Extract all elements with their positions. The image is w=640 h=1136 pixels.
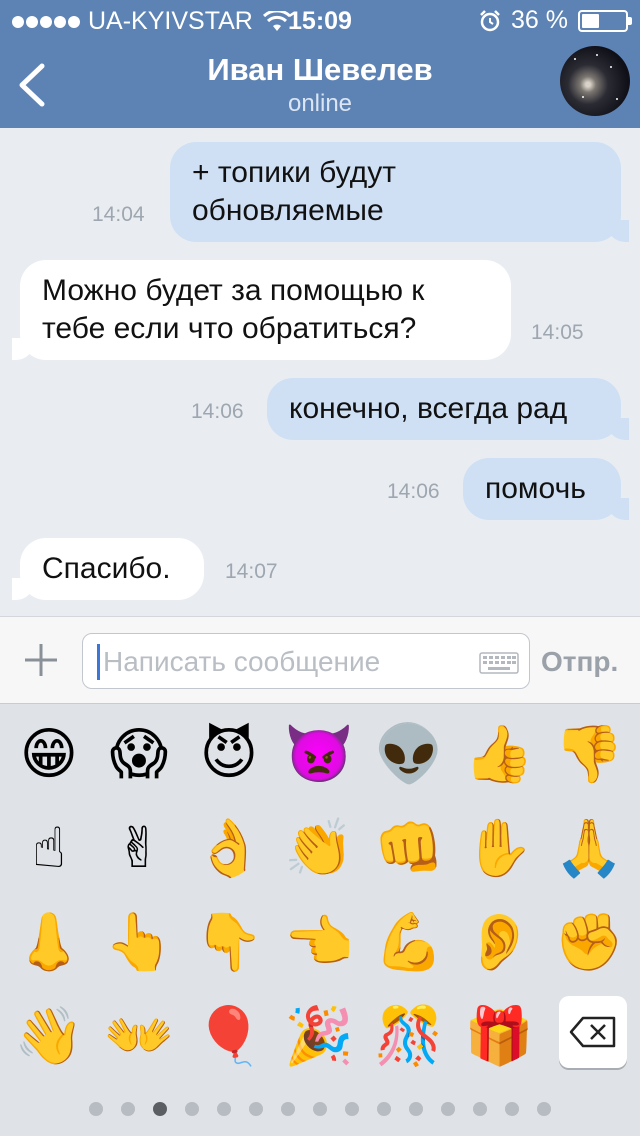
keyboard-icon[interactable] [479,652,519,674]
message-text-line: Спасибо. [42,552,171,585]
page-dot[interactable] [89,1102,103,1116]
message-text-line: обновляемые [192,194,384,227]
message-time: 14:06 [387,480,440,503]
message-list[interactable]: + топики будут обновляемые 14:04 Можно б… [0,128,640,616]
page-dot[interactable] [185,1102,199,1116]
page-indicator [0,1102,640,1118]
message-time: 14:06 [191,400,244,423]
emoji-confetti-ball[interactable]: 🎊 [374,1002,444,1072]
message-composer: Написать сообщение Отпр. [0,616,640,704]
page-dot[interactable] [537,1102,551,1116]
page-dot[interactable] [441,1102,455,1116]
battery-area: 36 % [479,6,632,35]
page-dot[interactable] [505,1102,519,1116]
text-caret [97,644,100,680]
battery-fill [582,13,599,28]
backspace-icon [569,1016,616,1048]
message-text-line: помочь [485,472,586,505]
emoji-victory-hand[interactable]: ✌ [104,814,174,884]
delete-key[interactable] [559,996,627,1068]
emoji-ear[interactable]: 👂 [464,908,534,978]
message-text-line: конечно, всегда рад [289,392,568,425]
message-input-placeholder: Написать сообщение [103,646,381,677]
message-bubble-incoming[interactable]: Спасибо. [12,538,204,600]
page-dot[interactable] [153,1102,167,1116]
emoji-ok-hand[interactable]: 👌 [194,814,264,884]
message-time: 14:05 [531,321,584,344]
page-dot[interactable] [217,1102,231,1116]
emoji-backhand-pointing-down[interactable]: 👇 [194,908,264,978]
emoji-raised-fist[interactable]: ✊ [554,908,624,978]
page-dot[interactable] [313,1102,327,1116]
send-button[interactable]: Отпр. [541,646,618,678]
emoji-alien[interactable]: 👽 [374,720,444,790]
page-dot[interactable] [121,1102,135,1116]
message-bubble-outgoing[interactable]: + топики будут обновляемые [170,142,629,242]
emoji-smiling-devil[interactable]: 😈 [194,720,264,790]
emoji-balloon[interactable]: 🎈 [194,1002,264,1072]
emoji-grinning-face[interactable]: 😁 [14,720,84,790]
message-bubble-incoming[interactable]: Можно будет за помощью к тебе если что о… [12,260,511,360]
page-dot[interactable] [281,1102,295,1116]
emoji-backhand-pointing-left[interactable]: 👈 [284,908,354,978]
message-bubble-outgoing[interactable]: конечно, всегда рад [267,378,629,440]
message-input[interactable]: Написать сообщение [82,633,530,689]
plus-icon[interactable] [22,641,60,679]
status-bar: UA-KYIVSTAR 15:09 36 % [0,0,640,40]
emoji-thumbs-down[interactable]: 👎 [554,720,624,790]
emoji-thumbs-up[interactable]: 👍 [464,720,534,790]
emoji-screaming-face[interactable]: 😱 [104,720,174,790]
message-text-line: Можно будет за помощью к [42,274,425,307]
alarm-clock-icon [480,9,500,31]
emoji-flexed-biceps[interactable]: 💪 [374,908,444,978]
page-dot[interactable] [377,1102,391,1116]
message-text-line: + топики будут [192,156,396,189]
emoji-folded-hands[interactable]: 🙏 [554,814,624,884]
emoji-angry-devil[interactable]: 👿 [284,720,354,790]
emoji-wrapped-gift[interactable]: 🎁 [464,1002,534,1072]
emoji-raised-hand[interactable]: ✋ [464,814,534,884]
emoji-index-pointing-up[interactable]: ☝ [14,814,84,884]
message-bubble-outgoing[interactable]: помочь [463,458,629,520]
battery-percent: 36 % [511,6,568,34]
contact-name: Иван Шевелев [207,52,433,87]
message-time: 14:04 [92,203,145,226]
emoji-fist-bump[interactable]: 👊 [374,814,444,884]
page-dot[interactable] [473,1102,487,1116]
navigation-header: UA-KYIVSTAR 15:09 36 % Иван Шевелев onli… [0,0,640,128]
emoji-waving-hand[interactable]: 👋 [14,1002,84,1072]
emoji-keyboard: 😁 😱 😈 👿 👽 👍 👎 ☝ ✌ 👌 👏 👊 ✋ 🙏 👃 👆 👇 👈 💪 👂 ✊ 👋 👐 🎈 🎉 🎊 🎁 [0,704,640,1136]
page-dot[interactable] [345,1102,359,1116]
contact-status: online [287,90,353,117]
emoji-party-popper[interactable]: 🎉 [284,1002,354,1072]
emoji-backhand-pointing-up[interactable]: 👆 [104,908,174,978]
battery-icon [578,9,632,32]
page-dot[interactable] [409,1102,423,1116]
emoji-nose[interactable]: 👃 [14,908,84,978]
message-text-line: тебе если что обратиться? [42,312,417,345]
message-time: 14:07 [225,560,278,583]
emoji-open-hands[interactable]: 👐 [104,1002,174,1072]
page-dot[interactable] [249,1102,263,1116]
avatar[interactable] [560,46,630,116]
emoji-clapping-hands[interactable]: 👏 [284,814,354,884]
